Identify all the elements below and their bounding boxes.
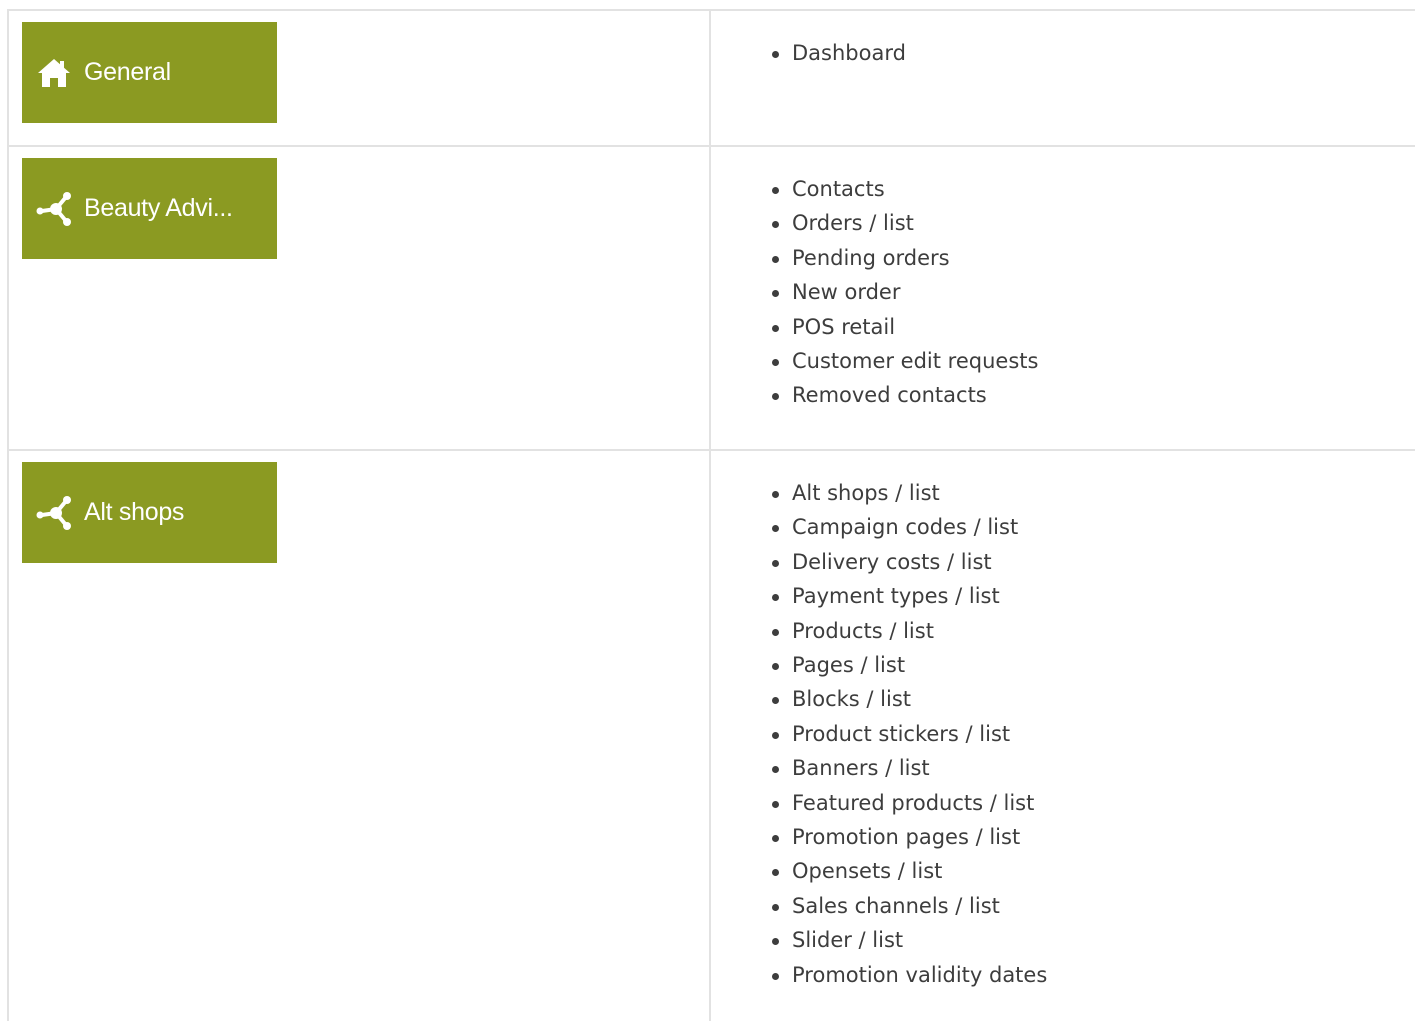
section-links-cell: Dashboard	[709, 9, 1415, 147]
home-icon	[36, 55, 72, 91]
section-tile-cell: Alt shops	[7, 449, 711, 1021]
section-row-beauty-advisors: Beauty Advi... Contacts Orders / list Pe…	[7, 145, 1415, 451]
link-products-list[interactable]: Products / list	[771, 614, 1415, 648]
link-pages-list[interactable]: Pages / list	[771, 648, 1415, 682]
link-delivery-costs-list[interactable]: Delivery costs / list	[771, 545, 1415, 579]
link-alt-shops-list[interactable]: Alt shops / list	[771, 476, 1415, 510]
section-row-alt-shops: Alt shops Alt shops / list Campaign code…	[7, 449, 1415, 1021]
section-tile-cell: Beauty Advi...	[7, 145, 711, 451]
link-featured-products-list[interactable]: Featured products / list	[771, 786, 1415, 820]
link-opensets-list[interactable]: Opensets / list	[771, 854, 1415, 888]
link-promotion-validity-dates[interactable]: Promotion validity dates	[771, 958, 1415, 992]
link-dashboard[interactable]: Dashboard	[771, 36, 1415, 70]
link-new-order[interactable]: New order	[771, 275, 1415, 309]
section-tile-alt-shops[interactable]: Alt shops	[22, 462, 277, 563]
link-contacts[interactable]: Contacts	[771, 172, 1415, 206]
section-row-general: General Dashboard	[7, 9, 1415, 147]
section-links-list: Dashboard	[711, 11, 1415, 70]
link-pos-retail[interactable]: POS retail	[771, 310, 1415, 344]
link-removed-contacts[interactable]: Removed contacts	[771, 378, 1415, 412]
share-network-icon	[36, 495, 72, 531]
link-promotion-pages-list[interactable]: Promotion pages / list	[771, 820, 1415, 854]
section-tile-general[interactable]: General	[22, 22, 277, 123]
link-banners-list[interactable]: Banners / list	[771, 751, 1415, 785]
share-network-icon	[36, 191, 72, 227]
link-customer-edit-requests[interactable]: Customer edit requests	[771, 344, 1415, 378]
menu-overview-page: General Dashboard Beauty Advi... Contact…	[0, 0, 1415, 1021]
link-slider-list[interactable]: Slider / list	[771, 923, 1415, 957]
section-links-list: Alt shops / list Campaign codes / list D…	[711, 451, 1415, 992]
section-title: Alt shops	[84, 498, 185, 526]
section-title: Beauty Advi...	[84, 194, 233, 222]
link-sales-channels-list[interactable]: Sales channels / list	[771, 889, 1415, 923]
section-title: General	[84, 58, 171, 86]
link-payment-types-list[interactable]: Payment types / list	[771, 579, 1415, 613]
link-campaign-codes-list[interactable]: Campaign codes / list	[771, 510, 1415, 544]
menu-map-table: General Dashboard Beauty Advi... Contact…	[7, 9, 1415, 1021]
link-pending-orders[interactable]: Pending orders	[771, 241, 1415, 275]
link-orders-list[interactable]: Orders / list	[771, 206, 1415, 240]
section-links-cell: Contacts Orders / list Pending orders Ne…	[709, 145, 1415, 451]
link-product-stickers-list[interactable]: Product stickers / list	[771, 717, 1415, 751]
section-links-list: Contacts Orders / list Pending orders Ne…	[711, 147, 1415, 413]
section-tile-cell: General	[7, 9, 711, 147]
section-tile-beauty-advisors[interactable]: Beauty Advi...	[22, 158, 277, 259]
section-links-cell: Alt shops / list Campaign codes / list D…	[709, 449, 1415, 1021]
link-blocks-list[interactable]: Blocks / list	[771, 682, 1415, 716]
